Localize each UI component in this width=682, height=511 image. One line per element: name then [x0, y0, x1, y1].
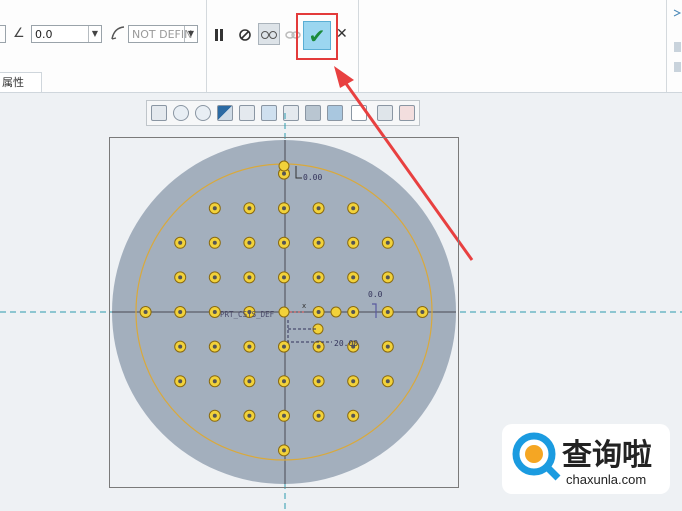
zoom-in-icon[interactable] [173, 105, 189, 121]
ok-button[interactable]: ✔ [303, 21, 331, 50]
right-edge-icon[interactable] [672, 4, 682, 92]
section-icon[interactable] [327, 105, 343, 121]
watermark-title: 查询啦 [562, 438, 652, 473]
chevron-down-icon[interactable]: ▼ [184, 26, 197, 42]
pause-icon[interactable] [214, 27, 224, 41]
reference-field[interactable]: NOT DEFIN ▼ [128, 25, 198, 43]
reference-icon [109, 24, 127, 42]
angle-value: 0.0 [35, 28, 53, 41]
checkmark-icon: ✔ [308, 23, 326, 48]
watermark-url: chaxunla.com [566, 472, 647, 487]
zoom-fit-icon[interactable] [151, 105, 167, 121]
ribbon-divider [666, 0, 667, 92]
saved-views-icon[interactable] [305, 105, 321, 121]
view-manager-icon[interactable] [283, 105, 299, 121]
display-style-icon[interactable] [261, 105, 277, 121]
glasses-preview-icon[interactable] [258, 23, 280, 45]
ribbon-left-stub[interactable] [0, 25, 6, 43]
watermark-logo: 查询啦 chaxunla.com [502, 424, 670, 494]
model-frame [109, 137, 459, 488]
search-icon [510, 430, 562, 482]
zoom-out-icon[interactable] [195, 105, 211, 121]
angle-field[interactable]: 0.0 ▼ [31, 25, 102, 43]
datum-display-icon[interactable] [351, 105, 367, 121]
spin-center-icon[interactable] [399, 105, 415, 121]
orient-icon[interactable] [239, 105, 255, 121]
close-icon[interactable]: ✕ [336, 27, 348, 41]
no-entry-icon[interactable] [238, 27, 252, 41]
ok-highlight: ✔ [296, 13, 338, 60]
ribbon-divider [358, 0, 359, 92]
ribbon: ∠ 0.0 ▼ NOT DEFIN ▼ ✔ ✕ 属性 [0, 0, 682, 93]
tab-properties[interactable]: 属性 [0, 72, 42, 92]
ribbon-divider [206, 0, 207, 92]
annotation-icon[interactable] [377, 105, 393, 121]
angle-icon: ∠ [13, 26, 25, 41]
chevron-down-icon[interactable]: ▼ [88, 26, 101, 42]
view-toolbar [146, 100, 420, 126]
repaint-icon[interactable] [217, 105, 233, 121]
